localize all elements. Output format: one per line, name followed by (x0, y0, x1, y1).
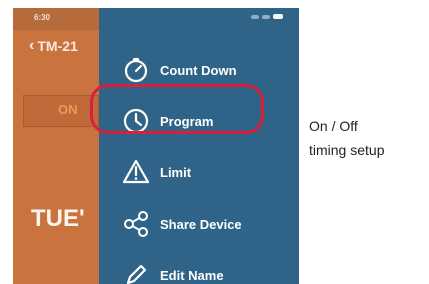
drawer-menu: Count Down Program Limit Share Device Ed… (99, 8, 299, 284)
menu-item-count-down[interactable]: Count Down (121, 55, 291, 85)
menu-item-label: Limit (160, 164, 192, 180)
day-label: TUE' (31, 205, 85, 232)
menu-item-label: Share Device (160, 216, 242, 232)
back-button[interactable]: ‹ TM-21 (29, 37, 78, 55)
phone-screenshot: 6:30 ‹ TM-21 ON TUE' Count Down Program … (13, 8, 299, 284)
pencil-icon (121, 260, 151, 284)
menu-item-share-device[interactable]: Share Device (121, 209, 291, 239)
background-screen: 6:30 ‹ TM-21 ON TUE' (13, 8, 103, 284)
stopwatch-icon (121, 55, 151, 85)
menu-item-edit-name[interactable]: Edit Name (121, 260, 291, 284)
on-status-label: ON (58, 102, 78, 117)
warning-triangle-icon (121, 157, 151, 187)
annotation-line-2: timing setup (309, 142, 385, 158)
status-bar-left: 6:30 (13, 8, 103, 30)
side-drawer: Count Down Program Limit Share Device Ed… (99, 8, 299, 284)
menu-item-limit[interactable]: Limit (121, 157, 291, 187)
annotation-line-1: On / Off (309, 118, 358, 134)
back-label: TM-21 (37, 38, 78, 54)
share-icon (121, 209, 151, 239)
annotation-callout: On / Off timing setup (309, 114, 419, 162)
menu-item-label: Count Down (160, 62, 237, 78)
status-time: 6:30 (34, 13, 51, 22)
back-chevron-icon: ‹ (29, 37, 35, 54)
menu-item-label: Edit Name (160, 267, 224, 283)
program-highlight-ring (90, 84, 264, 134)
